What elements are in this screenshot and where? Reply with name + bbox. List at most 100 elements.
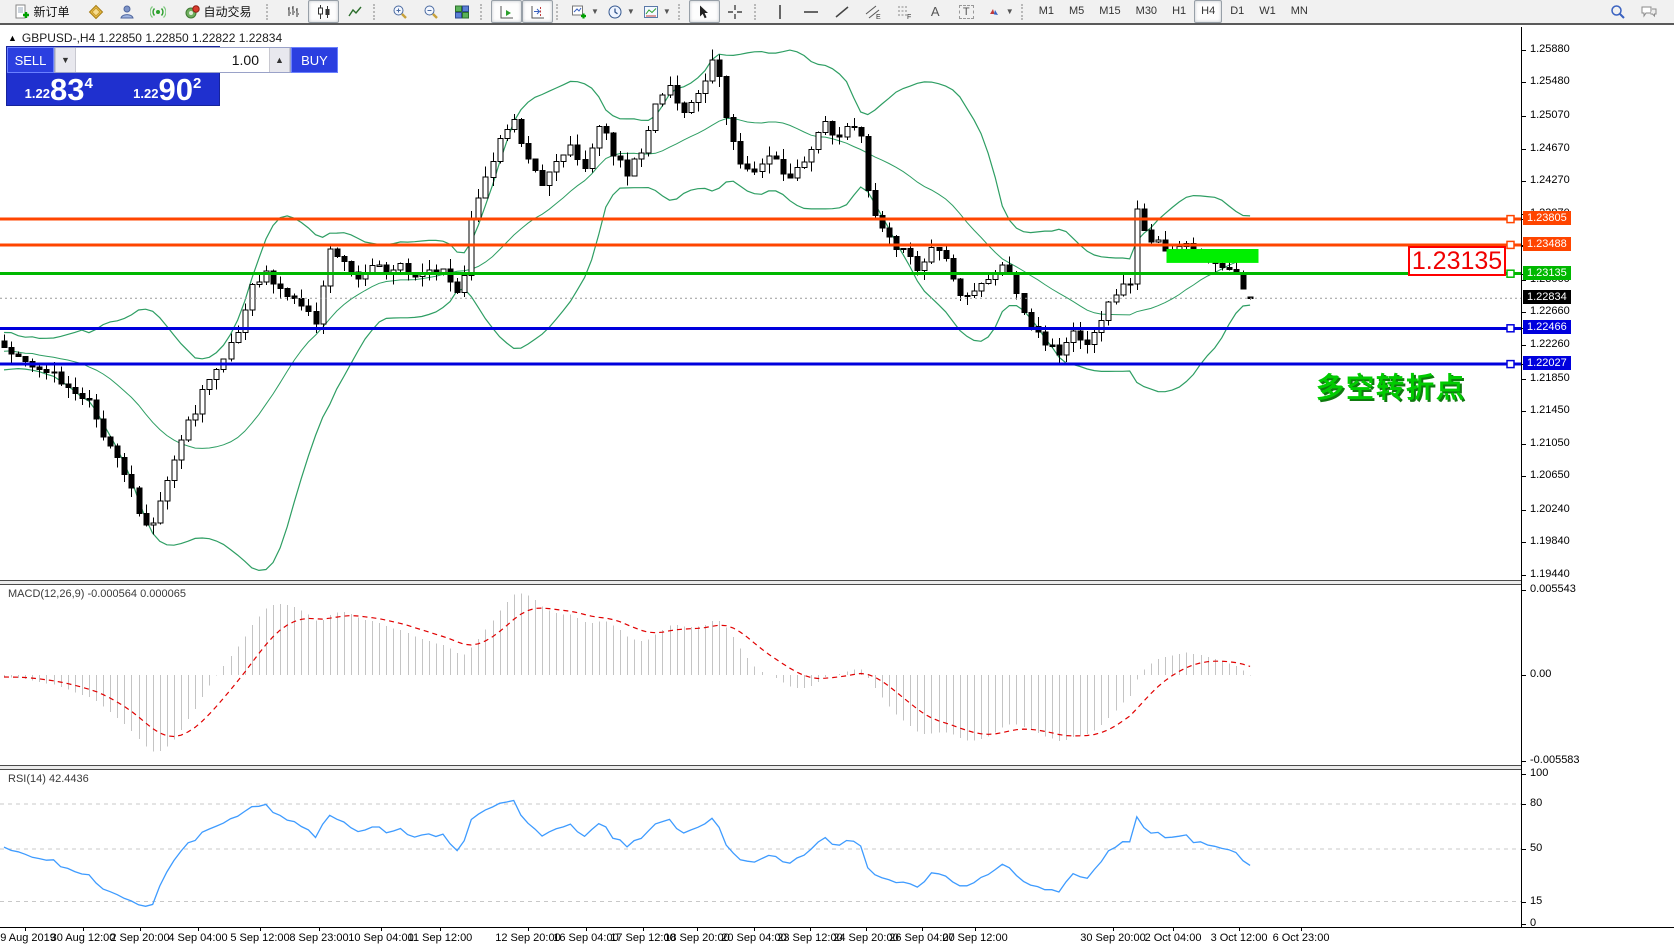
timeframe-M15-button[interactable]: M15 (1092, 0, 1127, 23)
fibonacci-button[interactable]: F (889, 0, 920, 23)
equidistant-channel-button[interactable]: E (858, 0, 889, 23)
volume-input[interactable] (76, 48, 269, 72)
time-axis[interactable]: 29 Aug 2019 30 Aug 12:00 2 Sep 20:00 4 Sep … (0, 927, 1674, 950)
buy-price-sup: 2 (192, 75, 202, 92)
zoom-out-icon (423, 4, 439, 20)
sell-price-display[interactable]: 1.22 83 4 (7, 73, 111, 105)
templates-button[interactable]: ▼ (639, 0, 675, 23)
line-chart-button[interactable] (339, 0, 370, 23)
time-axis-tick (140, 928, 141, 931)
autotrading-icon (184, 4, 201, 20)
collapse-triangle-icon: ▲ (8, 33, 17, 43)
level-price-label: 1.22466 (1523, 320, 1571, 335)
time-axis-tick (1113, 928, 1114, 931)
vertical-line-button[interactable] (765, 0, 796, 23)
vertical-line-icon (772, 4, 788, 20)
axis-tick-dash (1522, 760, 1526, 762)
text-button[interactable]: A (920, 0, 951, 23)
axis-tick-label: 1.24670 (1530, 141, 1570, 154)
metaeditor-button[interactable] (80, 0, 111, 23)
bar-chart-button[interactable] (277, 0, 308, 23)
chart-shift-button[interactable] (522, 0, 553, 23)
time-axis-tick (643, 928, 644, 931)
candlestick-chart-button[interactable] (308, 0, 339, 23)
mt4-window: { "toolbar": { "new_order_label": "新订单",… (0, 0, 1674, 950)
level-price-label: 1.23488 (1523, 236, 1571, 251)
trendline-button[interactable] (827, 0, 858, 23)
macd-indicator-panel[interactable] (0, 585, 1521, 765)
arrows-button[interactable]: ▼ (982, 0, 1018, 23)
crosshair-icon (727, 4, 743, 20)
axis-tick-dash (1522, 312, 1526, 314)
price-callout-box[interactable]: 1.23135 (1408, 246, 1506, 276)
time-axis-tick (528, 928, 529, 931)
toolbar-group-handle (480, 3, 486, 20)
sell-button[interactable]: SELL (7, 47, 54, 73)
chat-button[interactable] (1633, 0, 1664, 23)
rsi-indicator-panel[interactable] (0, 770, 1521, 927)
auto-scroll-icon (499, 4, 515, 20)
timeframe-W1-button[interactable]: W1 (1252, 0, 1283, 23)
buy-price-display[interactable]: 1.22 90 2 (116, 73, 220, 105)
axis-tick-dash (1522, 115, 1526, 117)
templates-icon (643, 4, 659, 20)
buy-button[interactable]: BUY (291, 47, 338, 73)
chart-title-text: GBPUSD-,H4 1.22850 1.22850 1.22822 1.228… (21, 31, 283, 45)
timeframe-H4-button[interactable]: H4 (1194, 0, 1223, 23)
axis-tick-dash (1522, 774, 1526, 775)
periods-button[interactable]: ▼ (603, 0, 639, 23)
cursor-icon (696, 4, 712, 20)
axis-tick-dash (1522, 443, 1526, 445)
text-label-button[interactable]: T (951, 0, 982, 23)
macd-label: MACD(12,26,9) -0.000564 0.000065 (8, 588, 186, 600)
zoom-out-button[interactable] (415, 0, 446, 23)
crosshair-button[interactable] (720, 0, 751, 23)
search-button[interactable] (1602, 0, 1633, 23)
timeframe-bar: M1 M5 M15 M30 H1 H4 D1 W1 MN (1032, 0, 1315, 23)
main-price-chart[interactable] (0, 27, 1521, 580)
rsi-label: RSI(14) 42.4436 (8, 773, 89, 785)
volume-decrease-button[interactable]: ▼ (55, 48, 76, 72)
time-axis-tick (754, 928, 755, 931)
time-axis-tick (975, 928, 976, 931)
timeframe-M30-button[interactable]: M30 (1129, 0, 1164, 23)
current-price-label: 1.22834 (1523, 290, 1571, 305)
timeframe-D1-button[interactable]: D1 (1223, 0, 1251, 23)
toolbar-group-handle (677, 3, 684, 20)
tile-windows-button[interactable] (446, 0, 477, 23)
toolbar: 新订单 自动交易 ▼ ▼ ▼ E F A T ▼ M1 M5 M15 M30 H1 H4 D… (0, 0, 1674, 25)
signals-button[interactable] (142, 0, 173, 23)
axis-tick-label: 0.005543 (1530, 582, 1576, 595)
time-axis-tick (1173, 928, 1174, 931)
axis-tick-dash (1522, 924, 1526, 925)
timeframe-M5-button[interactable]: M5 (1062, 0, 1091, 23)
axis-tick-label: 1.20240 (1530, 502, 1570, 515)
new-chart-icon (571, 4, 587, 20)
highlight-rectangle[interactable] (1166, 249, 1259, 263)
axis-tick-dash (1522, 49, 1526, 51)
new-order-button[interactable]: 新订单 (4, 0, 80, 23)
axis-tick-dash (1522, 148, 1526, 150)
zoom-in-button[interactable] (384, 0, 415, 23)
axis-tick-label: 1.24270 (1530, 174, 1570, 187)
axis-tick-label: 1.21050 (1530, 436, 1570, 449)
auto-scroll-button[interactable] (491, 0, 522, 23)
channel-icon: E (865, 4, 881, 20)
fibonacci-icon: F (896, 4, 912, 20)
timeframe-H1-button[interactable]: H1 (1165, 0, 1193, 23)
volume-increase-button[interactable]: ▲ (269, 48, 290, 72)
timeframe-MN-button[interactable]: MN (1284, 0, 1315, 23)
time-axis-tick (866, 928, 867, 931)
timeframe-M1-button[interactable]: M1 (1032, 0, 1061, 23)
toolbar-group-handle (373, 3, 379, 20)
horizontal-line-button[interactable] (796, 0, 827, 23)
mql5-community-button[interactable] (111, 0, 142, 23)
pivot-annotation-text[interactable]: 多空转折点 (1316, 366, 1466, 406)
new-chart-button[interactable]: ▼ (567, 0, 603, 23)
cursor-button[interactable] (688, 0, 720, 23)
axis-tick-label: 1.22660 (1530, 305, 1570, 318)
profile-icon (119, 4, 135, 20)
autotrading-button[interactable]: 自动交易 (173, 0, 263, 23)
price-axis[interactable]: 1.25880 1.25480 1.25070 1.24670 1.24270 1.238… (1521, 27, 1674, 929)
time-axis-tick (697, 928, 698, 931)
